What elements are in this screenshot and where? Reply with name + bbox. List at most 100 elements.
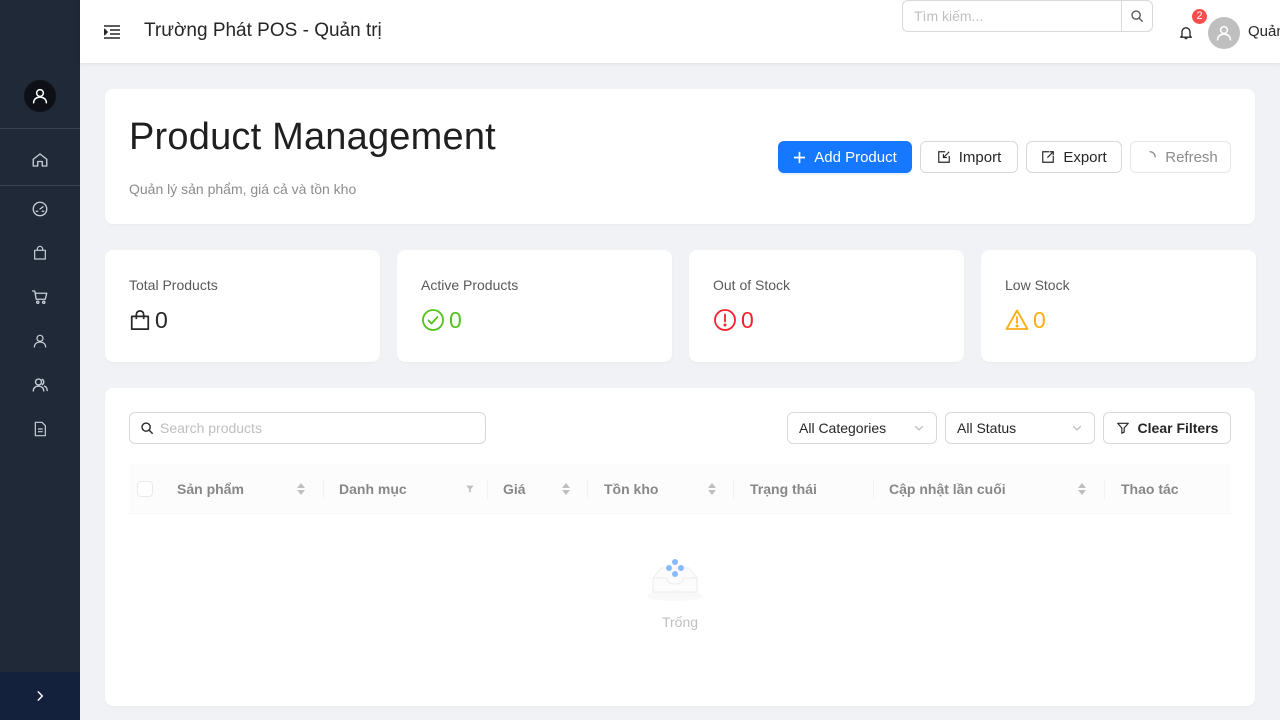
- sidebar-item-dashboard[interactable]: [28, 197, 52, 221]
- column-divider: [487, 479, 488, 499]
- status-filter-value: All Status: [957, 420, 1017, 436]
- clear-filters-label: Clear Filters: [1137, 420, 1219, 436]
- column-divider: [1104, 479, 1105, 499]
- sidebar-item-products[interactable]: [28, 241, 52, 265]
- status-filter-select[interactable]: All Status: [945, 412, 1095, 444]
- column-header-updated[interactable]: Cập nhật lần cuối: [889, 464, 1006, 514]
- refresh-button[interactable]: Refresh: [1130, 141, 1231, 173]
- dashboard-icon: [32, 201, 48, 217]
- filter-icon: [1116, 422, 1129, 434]
- sort-icon[interactable]: [561, 481, 571, 497]
- category-filter-select[interactable]: All Categories: [787, 412, 937, 444]
- page-header-card: Product Management Quản lý sản phẩm, giá…: [105, 89, 1255, 224]
- empty-box-icon: [647, 559, 703, 601]
- sidebar-item-home[interactable]: [28, 148, 52, 172]
- column-header-status: Trạng thái: [750, 481, 817, 497]
- stat-card-out-of-stock: Out of Stock 0: [689, 250, 964, 362]
- products-table-card: All Categories All Status Clear Filters …: [105, 388, 1255, 706]
- menu-fold-icon: [104, 25, 120, 39]
- category-filter-value: All Categories: [799, 420, 887, 436]
- chevron-down-icon: [1072, 425, 1082, 431]
- cart-icon: [31, 290, 48, 305]
- table-header: Sản phẩm Danh mục Giá Tồn kho Trạng thái…: [129, 464, 1231, 514]
- import-label: Import: [958, 148, 1002, 166]
- stat-value: 0: [741, 307, 754, 333]
- sidebar-item-customers[interactable]: [28, 329, 52, 353]
- menu-toggle-button[interactable]: [102, 22, 122, 42]
- stat-value: 0: [449, 307, 462, 333]
- sidebar-item-staff[interactable]: [28, 373, 52, 397]
- column-divider: [733, 479, 734, 499]
- sidebar-divider: [0, 185, 80, 186]
- plus-icon: [794, 151, 806, 163]
- stat-card-low-stock: Low Stock 0: [981, 250, 1256, 362]
- app-title: Trường Phát POS - Quản trị: [144, 20, 382, 41]
- user-avatar[interactable]: [1208, 17, 1240, 49]
- product-search: [129, 412, 486, 444]
- stat-card-active: Active Products 0: [397, 250, 672, 362]
- page-subtitle: Quản lý sản phẩm, giá cả và tồn kho: [129, 181, 357, 197]
- column-divider: [587, 479, 588, 499]
- select-all-checkbox[interactable]: [137, 481, 153, 497]
- header-search-button[interactable]: [1121, 0, 1153, 32]
- empty-state: [645, 558, 705, 607]
- shopping-bag-icon: [130, 309, 150, 331]
- loading-icon: [1149, 151, 1157, 158]
- sort-icon[interactable]: [707, 481, 717, 497]
- filter-icon[interactable]: [465, 483, 475, 495]
- chevron-down-icon: [914, 425, 924, 431]
- sidebar-collapse-button[interactable]: [0, 672, 80, 720]
- column-header-stock[interactable]: Tồn kho: [604, 464, 658, 514]
- user-icon: [1216, 25, 1232, 41]
- export-button[interactable]: Export: [1026, 141, 1122, 173]
- shopping-bag-icon: [34, 245, 46, 260]
- empty-state-text: Trống: [661, 614, 699, 630]
- column-header-product[interactable]: Sản phẩm: [177, 464, 244, 514]
- team-icon: [32, 378, 48, 392]
- notification-badge: 2: [1192, 9, 1207, 24]
- clear-filters-button[interactable]: Clear Filters: [1103, 412, 1231, 444]
- stat-card-total: Total Products 0: [105, 250, 380, 362]
- check-circle-icon: [422, 309, 444, 331]
- sort-icon[interactable]: [296, 481, 306, 497]
- import-icon: [937, 151, 950, 163]
- sidebar-item-reports[interactable]: [28, 417, 52, 441]
- stat-label: Active Products: [421, 277, 519, 293]
- notification-button[interactable]: [1176, 22, 1196, 42]
- user-icon: [33, 334, 47, 348]
- header-search-input[interactable]: [902, 0, 1121, 32]
- column-header-actions: Thao tác: [1121, 481, 1179, 497]
- product-search-input[interactable]: [160, 420, 470, 436]
- user-name[interactable]: Quản: [1248, 23, 1280, 40]
- stat-value: 0: [155, 307, 168, 333]
- sidebar-divider: [0, 128, 80, 129]
- file-icon: [34, 421, 46, 437]
- bell-icon: [1180, 26, 1192, 39]
- export-label: Export: [1063, 148, 1107, 166]
- import-button[interactable]: Import: [920, 141, 1018, 173]
- refresh-label: Refresh: [1165, 148, 1218, 166]
- column-header-category[interactable]: Danh mục: [339, 464, 407, 514]
- column-divider: [873, 479, 874, 499]
- add-product-label: Add Product: [814, 148, 897, 166]
- stat-value: 0: [1033, 307, 1046, 333]
- stat-label: Out of Stock: [713, 277, 791, 293]
- top-header: Trường Phát POS - Quản trị 2 Quản: [80, 0, 1280, 63]
- sidebar-user-avatar[interactable]: [24, 80, 56, 112]
- stat-label: Total Products: [129, 277, 218, 293]
- sort-icon[interactable]: [1077, 481, 1087, 497]
- user-icon: [32, 88, 48, 104]
- search-icon: [1131, 10, 1143, 22]
- column-header-price[interactable]: Giá: [503, 464, 526, 514]
- sidebar: [0, 0, 80, 720]
- page-title: Product Management: [129, 116, 496, 158]
- search-icon: [141, 422, 153, 434]
- column-divider: [323, 479, 324, 499]
- chevron-right-icon: [37, 691, 44, 701]
- stat-label: Low Stock: [1005, 277, 1070, 293]
- add-product-button[interactable]: Add Product: [778, 141, 912, 173]
- export-icon: [1042, 151, 1055, 163]
- home-icon: [32, 153, 48, 167]
- exclamation-circle-icon: [714, 309, 736, 331]
- sidebar-item-orders[interactable]: [28, 285, 52, 309]
